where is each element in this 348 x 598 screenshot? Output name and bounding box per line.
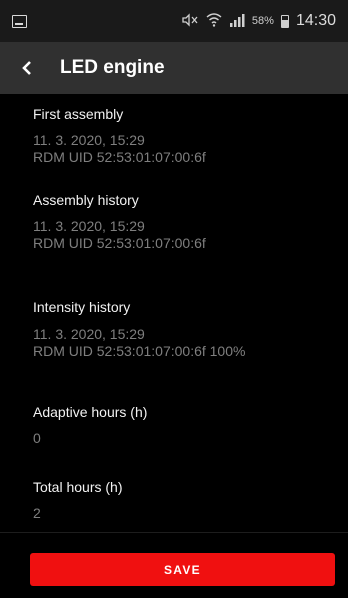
total-hours-label: Total hours (h) — [33, 479, 123, 495]
intensity-history-uid: RDM UID 52:53:01:07:00:6f 100% — [33, 343, 246, 359]
total-hours-section: Total hours (h) 2 — [33, 479, 122, 522]
statusbar-right: 58% 14:30 — [181, 12, 336, 30]
intensity-history-date: 11. 3. 2020, 15:29 — [33, 326, 145, 342]
gallery-icon — [12, 14, 27, 28]
battery-percent: 58% — [251, 15, 274, 27]
back-button[interactable] — [10, 51, 44, 85]
assembly-history-section: Assembly history 11. 3. 2020, 15:29 RDM … — [33, 192, 206, 252]
footer-bar: SAVE — [0, 532, 348, 598]
adaptive-hours-label: Adaptive hours (h) — [33, 404, 148, 420]
signal-icon — [229, 13, 245, 30]
assembly-history-date: 11. 3. 2020, 15:29 — [33, 218, 145, 234]
adaptive-hours-section: Adaptive hours (h) 0 — [33, 404, 147, 447]
mute-icon — [181, 12, 199, 30]
first-assembly-uid: RDM UID 52:53:01:07:00:6f — [33, 149, 206, 165]
total-hours-value: 2 — [33, 505, 41, 521]
page-title: LED engine — [60, 57, 165, 78]
clock: 14:30 — [295, 12, 336, 29]
intensity-history-label: Intensity history — [33, 299, 131, 315]
first-assembly-label: First assembly — [33, 106, 124, 122]
first-assembly-date: 11. 3. 2020, 15:29 — [33, 132, 145, 148]
assembly-history-label: Assembly history — [33, 192, 139, 208]
status-bar: 58% 14:30 — [0, 0, 348, 42]
toolbar: LED engine — [0, 42, 348, 94]
battery-icon — [280, 14, 289, 28]
first-assembly-section: First assembly 11. 3. 2020, 15:29 RDM UI… — [33, 106, 206, 166]
statusbar-left — [12, 14, 27, 28]
wifi-icon — [206, 12, 222, 30]
intensity-history-section: Intensity history 11. 3. 2020, 15:29 RDM… — [33, 299, 245, 360]
save-button[interactable]: SAVE — [30, 553, 335, 586]
chevron-left-icon — [22, 61, 31, 75]
assembly-history-uid: RDM UID 52:53:01:07:00:6f — [33, 235, 206, 251]
adaptive-hours-value: 0 — [33, 430, 41, 446]
